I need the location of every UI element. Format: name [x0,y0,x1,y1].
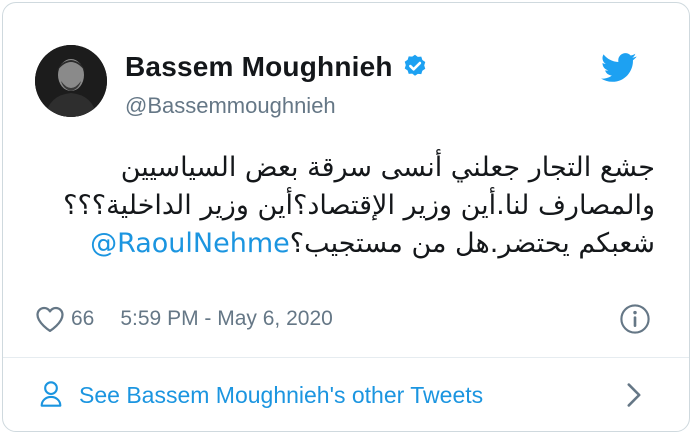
person-icon [39,380,63,408]
tweet-header: Bassem Moughnieh @Bassemmoughnieh [3,3,689,133]
author-name-row: Bassem Moughnieh [125,51,429,83]
tweet-line: والمصارف لنا.أين وزير الإقتصاد؟أين وزير … [63,190,655,221]
heart-icon[interactable] [35,305,65,333]
tweet-embed-card: Bassem Moughnieh @Bassemmoughnieh جشع ال… [2,2,690,432]
avatar[interactable] [35,45,107,117]
chevron-right-icon[interactable] [625,382,643,408]
verified-badge-icon [401,53,429,81]
see-other-tweets-link[interactable]: See Bassem Moughnieh's other Tweets [3,358,689,431]
tweet-timestamp[interactable]: 5:59 PM - May 6, 2020 [120,307,332,331]
avatar-image [35,45,107,117]
mention-link[interactable]: @RaoulNehme [90,228,290,259]
like-count[interactable]: 66 [71,307,94,331]
see-other-tweets-label[interactable]: See Bassem Moughnieh's other Tweets [79,382,483,409]
tweet-line: جشع التجار جعلني أنسى سرقة بعض السياسيين [120,152,655,183]
twitter-bird-icon[interactable] [601,53,637,83]
tweet-line-text: شعبكم يحتضر.هل من مستجيب؟ [289,228,655,259]
tweet-line: شعبكم يحتضر.هل من مستجيب؟@RaoulNehme [43,225,655,263]
author-name[interactable]: Bassem Moughnieh [125,51,393,83]
tweet-text: جشع التجار جعلني أنسى سرقة بعض السياسيين… [43,149,655,263]
tweet-meta: 66 5:59 PM - May 6, 2020 [35,303,333,335]
info-icon[interactable] [619,303,651,335]
author-handle[interactable]: @Bassemmoughnieh [125,93,336,119]
